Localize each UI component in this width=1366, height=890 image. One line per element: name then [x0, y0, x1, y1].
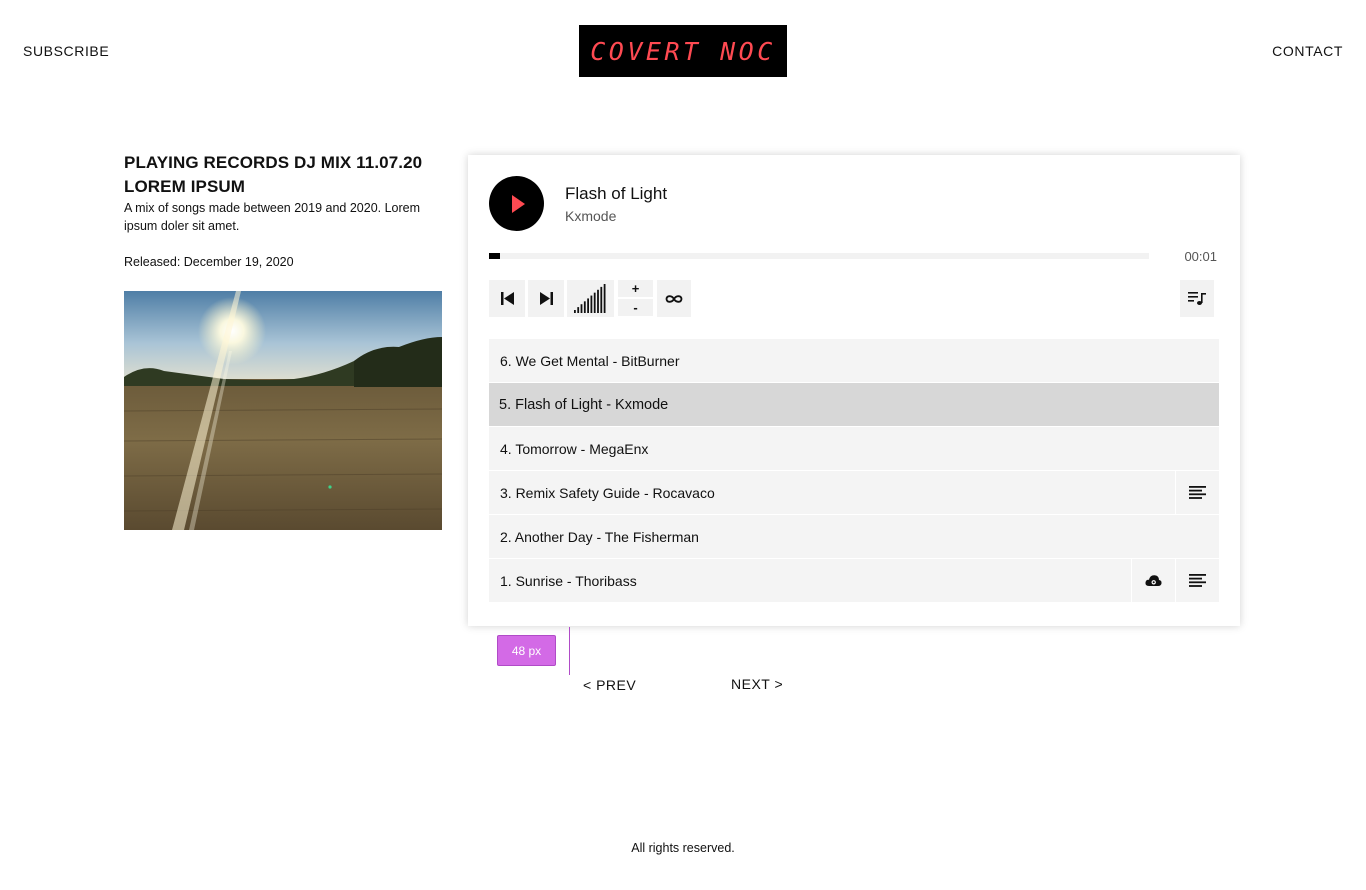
skip-next-icon: [539, 292, 553, 305]
track-row[interactable]: 6. We Get Mental - BitBurner: [489, 339, 1219, 382]
lyrics-button[interactable]: [1176, 471, 1219, 514]
download-button[interactable]: [1132, 559, 1175, 602]
volume-bar: [603, 284, 606, 313]
track-label[interactable]: 2. Another Day - The Fisherman: [489, 515, 1219, 558]
release-info: PLAYING RECORDS DJ MIX 11.07.20 LOREM IP…: [124, 151, 444, 271]
volume-bar: [587, 298, 589, 313]
volume-bar: [600, 286, 603, 313]
elapsed-time: 00:01: [1184, 249, 1217, 264]
prev-page-link[interactable]: < PREV: [583, 677, 636, 693]
contact-link[interactable]: CONTACT: [1272, 43, 1343, 59]
track-row[interactable]: 2. Another Day - The Fisherman: [489, 515, 1219, 558]
previous-track-button[interactable]: [489, 280, 525, 317]
track-row[interactable]: 1. Sunrise - Thoribass: [489, 559, 1219, 602]
volume-bar: [590, 295, 593, 313]
footer-copyright: All rights reserved.: [631, 841, 735, 855]
volume-bar: [580, 304, 583, 313]
volume-bars-icon: [574, 284, 606, 313]
lyrics-button[interactable]: [1176, 559, 1219, 602]
track-label[interactable]: 6. We Get Mental - BitBurner: [489, 339, 1219, 382]
track-label[interactable]: 3. Remix Safety Guide - Rocavaco: [489, 471, 1175, 514]
playlist-toggle-button[interactable]: [1180, 280, 1214, 317]
now-playing-title: Flash of Light: [565, 184, 668, 203]
text-lines-icon: [1189, 574, 1206, 587]
track-row[interactable]: 3. Remix Safety Guide - Rocavaco: [489, 471, 1219, 514]
volume-down-button[interactable]: -: [618, 299, 653, 316]
track-label[interactable]: 1. Sunrise - Thoribass: [489, 559, 1131, 602]
measure-tooltip: 48 px: [497, 635, 556, 666]
track-row[interactable]: 5. Flash of Light - Kxmode: [489, 383, 1219, 426]
site-logo[interactable]: COVERT NOC: [579, 25, 787, 77]
now-playing-artist: Kxmode: [565, 208, 617, 224]
play-button[interactable]: [489, 176, 544, 231]
progress-fill: [489, 253, 500, 259]
logo-text: COVERT NOC: [590, 36, 776, 66]
text-lines-icon: [1189, 486, 1206, 499]
skip-previous-icon: [500, 292, 514, 305]
measure-guide-line: [569, 627, 570, 675]
next-track-button[interactable]: [528, 280, 564, 317]
track-label[interactable]: 5. Flash of Light - Kxmode: [489, 383, 1219, 426]
subscribe-link[interactable]: SUBSCRIBE: [23, 43, 109, 59]
audio-player: Flash of Light Kxmode 00:01 + - 6. We Ge…: [468, 155, 1240, 626]
volume-bar: [597, 289, 599, 313]
play-icon: [512, 194, 525, 213]
track-list: 6. We Get Mental - BitBurner 5. Flash of …: [489, 339, 1219, 603]
release-description: A mix of songs made between 2019 and 202…: [124, 201, 421, 233]
progress-bar[interactable]: [489, 253, 1149, 259]
release-title: PLAYING RECORDS DJ MIX 11.07.20 LOREM IP…: [124, 153, 423, 196]
cloud-download-icon: [1145, 575, 1162, 586]
volume-bar: [593, 292, 596, 313]
volume-bar: [583, 301, 586, 313]
track-label[interactable]: 4. Tomorrow - MegaEnx: [489, 427, 1219, 470]
cover-photo: [124, 291, 442, 530]
infinity-loop-icon: [665, 294, 683, 303]
volume-bar: [574, 310, 576, 313]
next-page-link[interactable]: NEXT >: [731, 676, 783, 692]
volume-bar: [577, 307, 580, 313]
playlist-music-icon: [1187, 292, 1206, 305]
volume-up-button[interactable]: +: [618, 280, 653, 297]
loop-button[interactable]: [657, 280, 691, 317]
release-date: Released: December 19, 2020: [124, 255, 294, 269]
track-row[interactable]: 4. Tomorrow - MegaEnx: [489, 427, 1219, 470]
volume-meter[interactable]: [567, 280, 614, 317]
